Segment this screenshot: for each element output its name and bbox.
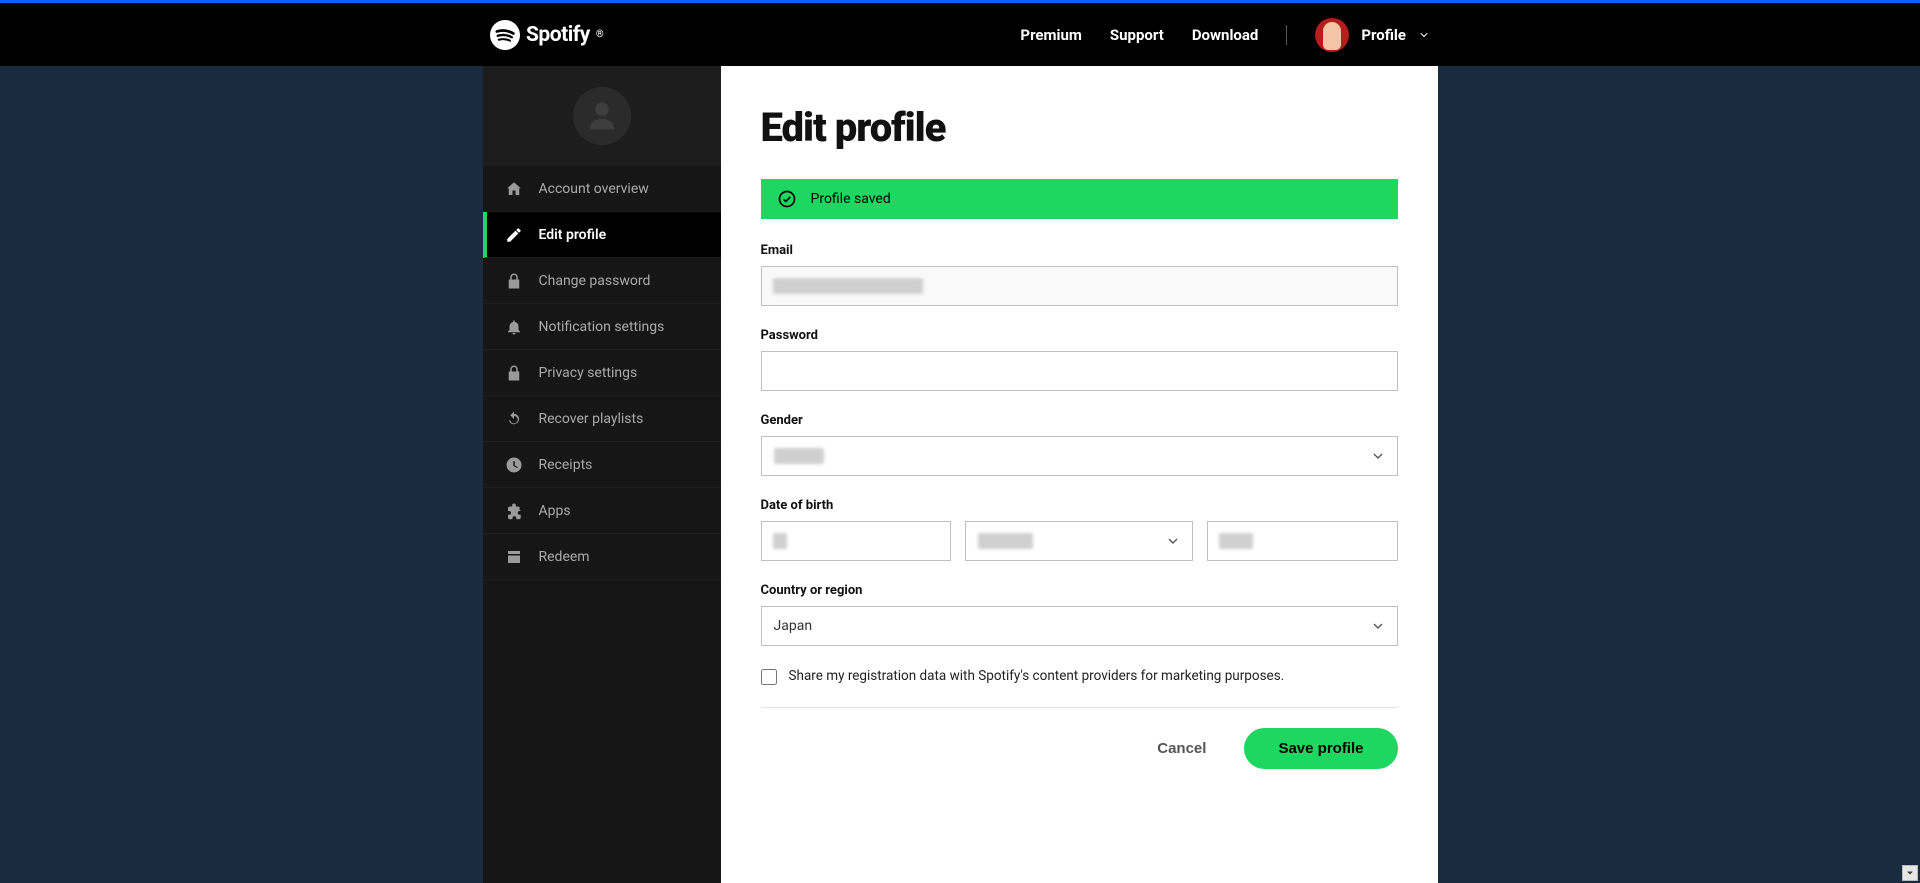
gender-label: Gender <box>761 413 1398 428</box>
form-actions: Cancel Save profile <box>761 728 1398 769</box>
bell-icon <box>505 318 523 336</box>
sidebar-item-edit-profile[interactable]: Edit profile <box>483 212 721 258</box>
pencil-icon <box>505 226 523 244</box>
sidebar-item-label: Account overview <box>539 181 649 197</box>
marketing-checkbox-label: Share my registration data with Spotify'… <box>789 668 1285 684</box>
scroll-down-button[interactable] <box>1902 865 1918 881</box>
country-value: Japan <box>774 618 813 634</box>
nav-divider <box>1286 25 1287 45</box>
field-password: Password <box>761 328 1398 391</box>
gender-select[interactable] <box>761 436 1398 476</box>
puzzle-icon <box>505 502 523 520</box>
spotify-logo[interactable]: Spotify® <box>490 20 603 50</box>
home-icon <box>505 180 523 198</box>
save-profile-button[interactable]: Save profile <box>1244 728 1397 769</box>
alert-success: Profile saved <box>761 179 1398 219</box>
chevron-down-icon <box>1418 29 1430 41</box>
account-sidebar: Account overview Edit profile Change pas… <box>483 66 721 883</box>
field-gender: Gender <box>761 413 1398 476</box>
nav-download[interactable]: Download <box>1192 26 1259 44</box>
sidebar-item-receipts[interactable]: Receipts <box>483 442 721 488</box>
nav-premium[interactable]: Premium <box>1020 26 1081 44</box>
dob-label: Date of birth <box>761 498 1398 513</box>
page-title: Edit profile <box>761 104 1398 151</box>
sidebar-item-label: Receipts <box>539 457 593 473</box>
main-content: Edit profile Profile saved Email Passwor… <box>721 66 1438 883</box>
password-input[interactable] <box>761 351 1398 391</box>
spotify-icon <box>490 20 520 50</box>
password-label: Password <box>761 328 1398 343</box>
field-dob: Date of birth <box>761 498 1398 561</box>
country-label: Country or region <box>761 583 1398 598</box>
card-icon <box>505 548 523 566</box>
email-label: Email <box>761 243 1398 258</box>
header-nav: Premium Support Download Profile <box>1020 18 1430 52</box>
cancel-button[interactable]: Cancel <box>1137 728 1226 769</box>
profile-label: Profile <box>1361 26 1406 44</box>
sidebar-item-label: Change password <box>539 273 651 289</box>
sidebar-item-label: Recover playlists <box>539 411 644 427</box>
sidebar-item-change-password[interactable]: Change password <box>483 258 721 304</box>
lock-icon <box>505 272 523 290</box>
sidebar-item-privacy-settings[interactable]: Privacy settings <box>483 350 721 396</box>
brand-text: Spotify <box>526 23 590 47</box>
global-header: Spotify® Premium Support Download Profil… <box>0 3 1920 66</box>
sidebar-item-redeem[interactable]: Redeem <box>483 534 721 580</box>
avatar-icon <box>1315 18 1349 52</box>
sidebar-item-account-overview[interactable]: Account overview <box>483 166 721 212</box>
sidebar-item-label: Apps <box>539 503 571 519</box>
nav-support[interactable]: Support <box>1110 26 1164 44</box>
field-email: Email <box>761 243 1398 306</box>
dob-day-input[interactable] <box>761 521 951 561</box>
sidebar-item-label: Notification settings <box>539 319 665 335</box>
avatar-placeholder-icon <box>573 87 631 145</box>
sidebar-item-label: Redeem <box>539 549 590 565</box>
sidebar-item-notification-settings[interactable]: Notification settings <box>483 304 721 350</box>
profile-menu[interactable]: Profile <box>1315 18 1430 52</box>
sidebar-item-label: Privacy settings <box>539 365 638 381</box>
sidebar-item-label: Edit profile <box>539 227 607 243</box>
chevron-down-icon <box>1905 868 1915 878</box>
refresh-icon <box>505 410 523 428</box>
alert-text: Profile saved <box>811 191 891 207</box>
lock-icon <box>505 364 523 382</box>
dob-month-select[interactable] <box>965 521 1193 561</box>
clock-icon <box>505 456 523 474</box>
marketing-checkbox-row[interactable]: Share my registration data with Spotify'… <box>761 668 1398 708</box>
marketing-checkbox[interactable] <box>761 669 777 685</box>
country-select[interactable]: Japan <box>761 606 1398 646</box>
check-circle-icon <box>777 189 797 209</box>
field-country: Country or region Japan <box>761 583 1398 646</box>
sidebar-avatar <box>483 66 721 166</box>
sidebar-item-recover-playlists[interactable]: Recover playlists <box>483 396 721 442</box>
sidebar-item-apps[interactable]: Apps <box>483 488 721 534</box>
